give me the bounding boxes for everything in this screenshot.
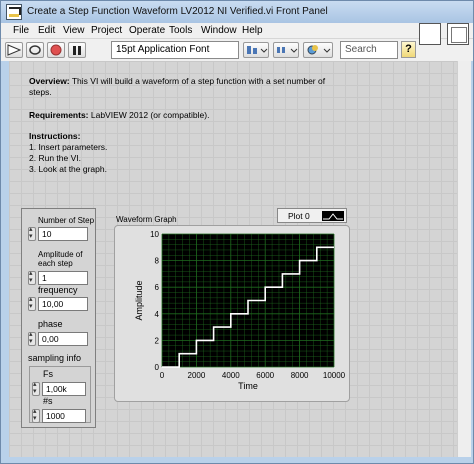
number-of-step-control[interactable]: 10 bbox=[28, 225, 90, 241]
run-button[interactable] bbox=[5, 42, 23, 58]
pause-icon bbox=[73, 46, 81, 55]
vi-icon[interactable] bbox=[419, 23, 441, 45]
phase-increment[interactable] bbox=[28, 330, 36, 346]
requirements-text: Requirements: LabVIEW 2012 (or compatibl… bbox=[29, 110, 210, 120]
menu-file[interactable]: File bbox=[13, 25, 29, 36]
menu-bar: File Edit View Project Operate Tools Win… bbox=[1, 23, 473, 39]
fs-value[interactable]: 1,00k bbox=[42, 382, 86, 396]
menu-help[interactable]: Help bbox=[242, 25, 263, 36]
toolbar: 15pt Application Font Search ? bbox=[1, 39, 473, 61]
font-selector[interactable]: 15pt Application Font bbox=[111, 41, 239, 59]
number-of-step-value[interactable]: 10 bbox=[38, 227, 88, 241]
stop-icon bbox=[50, 44, 62, 56]
waveform-graph-label: Waveform Graph bbox=[116, 215, 177, 224]
y-tick-label: 0 bbox=[155, 363, 160, 372]
instruction-step: 3. Look at the graph. bbox=[29, 164, 107, 174]
plot-legend-name: Plot 0 bbox=[288, 211, 310, 221]
menu-edit[interactable]: Edit bbox=[38, 25, 55, 36]
search-input[interactable]: Search bbox=[340, 41, 398, 59]
phase-label: phase bbox=[38, 319, 63, 329]
y-tick-label: 6 bbox=[155, 283, 160, 292]
vertical-scrollbar[interactable] bbox=[457, 61, 471, 457]
instructions-text: Instructions: 1. Insert parameters. 2. R… bbox=[29, 131, 108, 174]
reorder-button[interactable] bbox=[303, 42, 333, 58]
frequency-control[interactable]: 10,00 bbox=[28, 295, 90, 311]
plot-legend[interactable]: Plot 0 bbox=[277, 208, 347, 223]
y-tick-label: 2 bbox=[155, 336, 160, 345]
frequency-label: frequency bbox=[38, 285, 78, 295]
x-tick-label: 0 bbox=[160, 371, 165, 380]
menu-project[interactable]: Project bbox=[91, 25, 122, 36]
menu-operate[interactable]: Operate bbox=[129, 25, 165, 36]
reorder-icon bbox=[307, 45, 331, 55]
align-objects-button[interactable] bbox=[243, 42, 269, 58]
x-tick-label: 2000 bbox=[188, 371, 206, 380]
ns-value[interactable]: 1000 bbox=[42, 409, 86, 423]
fs-control[interactable]: 1,00k bbox=[32, 380, 88, 396]
frequency-value[interactable]: 10,00 bbox=[38, 297, 88, 311]
phase-value[interactable]: 0,00 bbox=[38, 332, 88, 346]
distribute-icon bbox=[277, 47, 298, 53]
window: Create a Step Function Waveform LV2012 N… bbox=[0, 0, 474, 464]
x-axis-label: Time bbox=[238, 381, 258, 391]
instruction-step: 1. Insert parameters. bbox=[29, 142, 108, 152]
y-tick-label: 8 bbox=[155, 257, 160, 266]
number-of-step-label: Number of Step bbox=[38, 216, 95, 225]
menu-window[interactable]: Window bbox=[201, 25, 237, 36]
run-continuously-button[interactable] bbox=[26, 42, 44, 58]
waveform-graph-plot[interactable]: 0 2000 4000 6000 8000 10000 0 2 4 6 8 10 Time Amplitu… bbox=[114, 225, 350, 402]
x-tick-label: 10000 bbox=[323, 371, 346, 380]
amplitude-label: Amplitude of each step bbox=[38, 250, 83, 268]
fs-increment[interactable] bbox=[32, 380, 40, 396]
ns-label: #s bbox=[43, 396, 53, 406]
menu-view[interactable]: View bbox=[63, 25, 85, 36]
x-tick-label: 8000 bbox=[291, 371, 309, 380]
abort-button[interactable] bbox=[47, 42, 65, 58]
ns-increment[interactable] bbox=[32, 407, 40, 423]
ns-control[interactable]: 1000 bbox=[32, 407, 88, 423]
sampling-info-label: sampling info bbox=[28, 353, 82, 363]
run-continuously-icon bbox=[29, 45, 41, 55]
menu-tools[interactable]: Tools bbox=[169, 25, 192, 36]
window-title: Create a Step Function Waveform LV2012 N… bbox=[27, 6, 328, 17]
number-of-step-increment[interactable] bbox=[28, 225, 36, 241]
run-arrow-icon bbox=[7, 44, 22, 56]
title-bar[interactable]: Create a Step Function Waveform LV2012 N… bbox=[1, 1, 473, 23]
plot-line-style-icon bbox=[322, 211, 344, 221]
y-axis-label: Amplitude bbox=[134, 280, 144, 320]
y-tick-label: 4 bbox=[155, 310, 160, 319]
x-tick-label: 4000 bbox=[222, 371, 240, 380]
instruction-step: 2. Run the VI. bbox=[29, 153, 81, 163]
frequency-increment[interactable] bbox=[28, 295, 36, 311]
y-tick-label: 10 bbox=[150, 230, 159, 239]
distribute-objects-button[interactable] bbox=[273, 42, 299, 58]
fs-label: Fs bbox=[43, 369, 53, 379]
connector-pane-icon[interactable] bbox=[447, 23, 469, 45]
overview-text: Overview: This VI will build a waveform … bbox=[29, 76, 326, 97]
amplitude-control[interactable]: 1 bbox=[28, 269, 90, 285]
x-tick-label: 6000 bbox=[256, 371, 274, 380]
pause-button[interactable] bbox=[68, 42, 86, 58]
labview-app-icon bbox=[6, 4, 22, 20]
context-help-button[interactable]: ? bbox=[401, 41, 416, 58]
phase-control[interactable]: 0,00 bbox=[28, 330, 90, 346]
align-icon bbox=[247, 46, 268, 54]
amplitude-value[interactable]: 1 bbox=[38, 271, 88, 285]
amplitude-increment[interactable] bbox=[28, 269, 36, 285]
